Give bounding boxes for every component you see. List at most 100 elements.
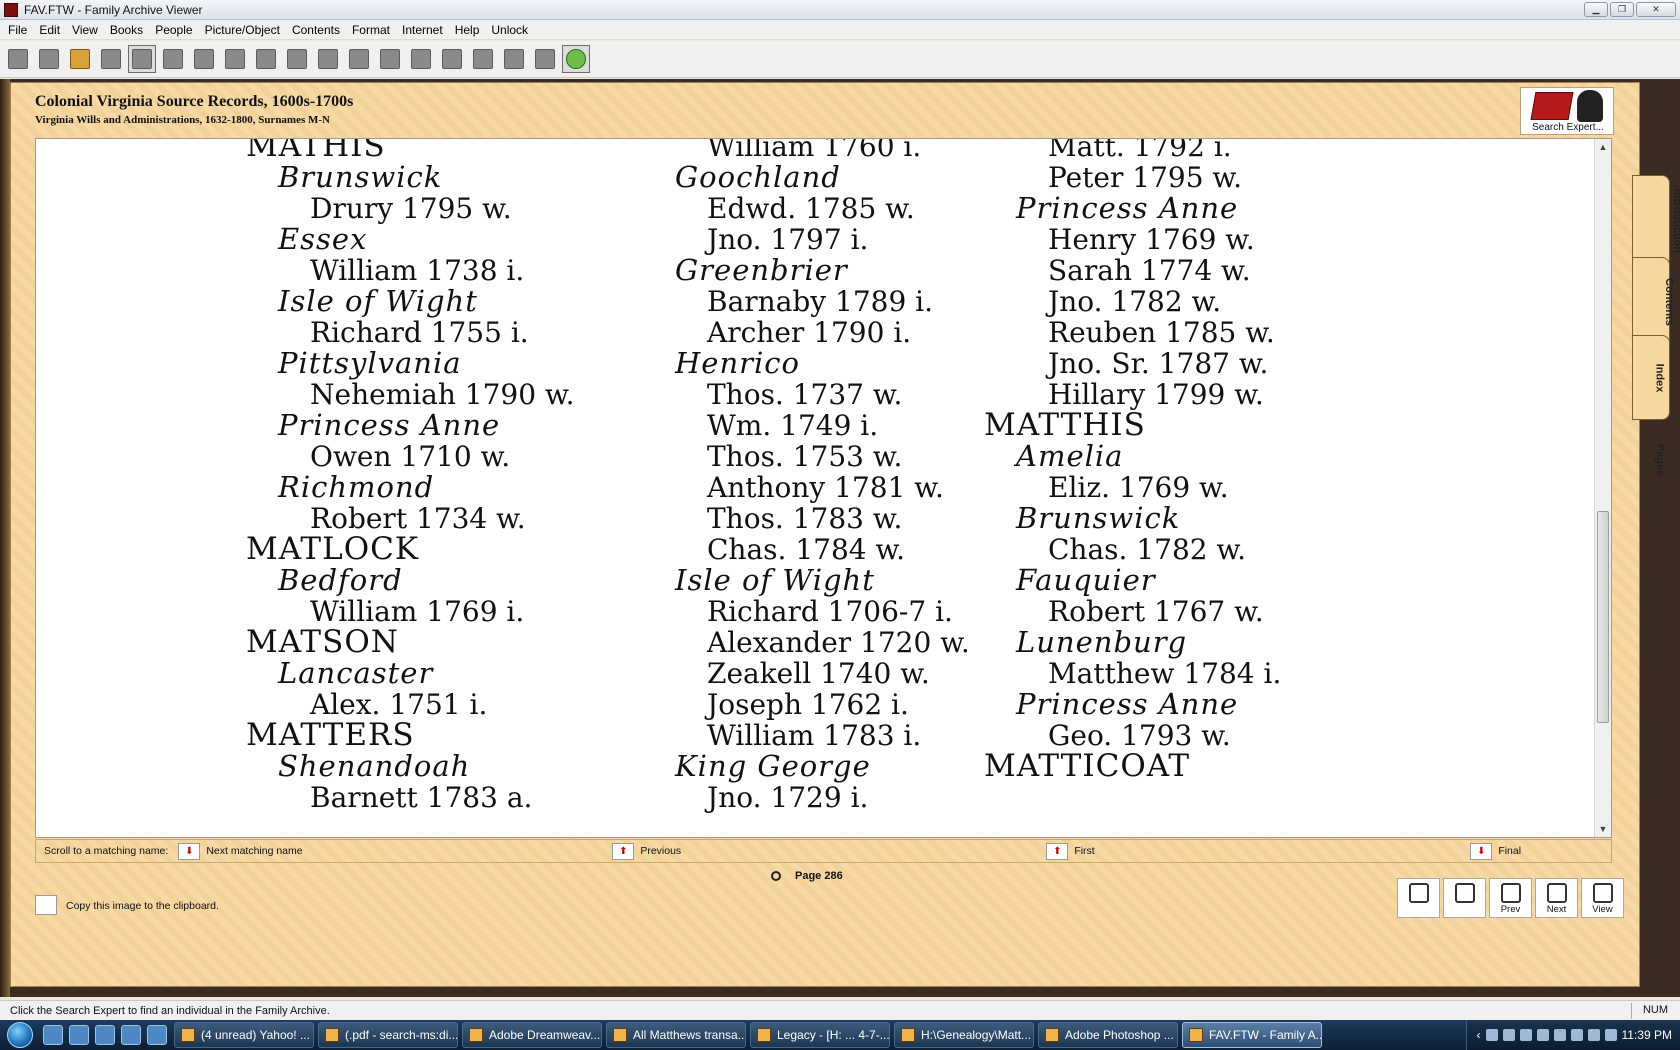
next-page-button[interactable]: Next — [1535, 878, 1578, 918]
explorer-icon[interactable] — [69, 1025, 89, 1045]
photoshop-icon — [1045, 1028, 1059, 1042]
tab-introduction[interactable]: Introduction — [1632, 175, 1680, 267]
start-button[interactable] — [0, 1020, 40, 1050]
volume-icon[interactable] — [1587, 1029, 1600, 1041]
monitor-icon[interactable] — [1519, 1029, 1532, 1041]
bluetooth-icon[interactable] — [1553, 1029, 1566, 1041]
menu-picture-object[interactable]: Picture/Object — [199, 23, 286, 37]
index-entry: Barnett 1783 a. — [310, 781, 533, 814]
back-icon[interactable] — [4, 45, 32, 73]
task-yahoo[interactable]: (4 unread) Yahoo! ... — [174, 1022, 314, 1048]
minimize-button[interactable]: ▁ — [1584, 2, 1608, 17]
index-entry: Owen 1710 w. — [310, 440, 511, 473]
tab-pages[interactable]: Pages — [1632, 415, 1670, 505]
power-icon[interactable] — [1604, 1029, 1617, 1041]
tab-index[interactable]: Index — [1632, 335, 1670, 420]
search-expert-button[interactable]: Search Expert... — [1520, 87, 1614, 135]
calendar-icon[interactable] — [407, 45, 435, 73]
zoom-out-button[interactable] — [1443, 878, 1486, 918]
eyeglasses-icon — [1593, 883, 1613, 903]
pedigree-icon[interactable] — [97, 45, 125, 73]
report-icon[interactable] — [314, 45, 342, 73]
prev-page-button[interactable]: Prev — [1489, 878, 1532, 918]
book-title: Colonial Virginia Source Records, 1600s-… — [35, 93, 354, 110]
menu-view[interactable]: View — [66, 23, 104, 37]
final-match-button[interactable]: Final — [1498, 845, 1521, 857]
menu-file[interactable]: File — [2, 23, 33, 37]
vertical-scrollbar[interactable]: ▲ ▼ — [1594, 139, 1611, 837]
index-county: Brunswick — [278, 160, 443, 194]
task-legacy[interactable]: Legacy - [H: ... 4-7-... — [750, 1022, 890, 1048]
security-icon[interactable] — [1536, 1029, 1549, 1041]
ancestor-tree-icon[interactable] — [159, 45, 187, 73]
previous-match-arrow-icon[interactable]: ⬆ — [612, 842, 635, 860]
all-in-one-tree-icon[interactable] — [252, 45, 280, 73]
index-county: Lunenburg — [1016, 625, 1188, 659]
scroll-match-label: Scroll to a matching name: — [44, 845, 169, 857]
book-page-icon[interactable] — [128, 45, 156, 73]
network-icon[interactable] — [1485, 1029, 1498, 1041]
task-genealogy-folder[interactable]: H:\Genealogy\Matt... — [894, 1022, 1034, 1048]
clock[interactable]: 11:39 PM — [1622, 1028, 1672, 1042]
family-view-icon[interactable] — [66, 45, 94, 73]
menu-format[interactable]: Format — [346, 23, 396, 37]
first-match-button[interactable]: First — [1074, 845, 1464, 857]
next-match-arrow-icon[interactable]: ⬇ — [178, 842, 201, 860]
task-photoshop[interactable]: Adobe Photoshop ... — [1038, 1022, 1178, 1048]
index-entry: Chas. 1784 w. — [707, 533, 906, 566]
task-excel[interactable]: All Matthews transa... — [606, 1022, 746, 1048]
scroll-thumb[interactable] — [1597, 511, 1609, 723]
tab-contents[interactable]: Contents — [1632, 257, 1675, 347]
final-match-arrow-icon[interactable]: ⬇ — [1470, 842, 1493, 860]
descendant-tree-icon[interactable] — [190, 45, 218, 73]
firefox-icon[interactable] — [121, 1025, 141, 1045]
arrow-left-icon[interactable] — [35, 45, 63, 73]
previous-match-button[interactable]: Previous — [640, 845, 1040, 857]
menu-internet[interactable]: Internet — [396, 23, 449, 37]
index-entry: Archer 1790 i. — [707, 316, 912, 349]
menu-unlock[interactable]: Unlock — [485, 23, 534, 37]
fan-chart-icon[interactable] — [283, 45, 311, 73]
display-icon[interactable] — [1570, 1029, 1583, 1041]
table-icon[interactable] — [500, 45, 528, 73]
magnifier-icon[interactable] — [771, 871, 781, 881]
firefox-icon — [181, 1028, 195, 1042]
menu-edit[interactable]: Edit — [33, 23, 66, 37]
index-entry: Jno. 1782 w. — [1048, 285, 1222, 318]
task-family-archive-viewer[interactable]: FAV.FTW - Family A... — [1182, 1022, 1322, 1048]
show-desktop-icon[interactable] — [43, 1025, 63, 1045]
close-button[interactable]: ✕ — [1636, 2, 1676, 17]
next-match-button[interactable]: Next matching name — [206, 845, 606, 857]
internet-explorer-icon[interactable] — [95, 1025, 115, 1045]
zoom-page-button[interactable] — [1397, 878, 1440, 918]
clipboard-copy-icon[interactable] — [35, 895, 57, 915]
menu-people[interactable]: People — [149, 23, 198, 37]
view-button[interactable]: View — [1581, 878, 1624, 918]
blank-page-icon[interactable] — [376, 45, 404, 73]
computer-icon[interactable] — [531, 45, 559, 73]
switch-windows-icon[interactable] — [147, 1025, 167, 1045]
index-surname: MATTHIS — [984, 407, 1146, 443]
task-pdf-search[interactable]: (.pdf - search-ms:di... — [318, 1022, 458, 1048]
status-message: Click the Search Expert to find an indiv… — [10, 1004, 330, 1017]
hourglass-tree-icon[interactable] — [221, 45, 249, 73]
document-icon[interactable] — [469, 45, 497, 73]
first-match-arrow-icon[interactable]: ⬆ — [1046, 842, 1069, 860]
index-entry: Geo. 1793 w. — [1048, 719, 1231, 752]
index-entry: Eliz. 1769 w. — [1048, 471, 1229, 504]
maximize-button[interactable]: ❐ — [1610, 2, 1634, 17]
menu-books[interactable]: Books — [104, 23, 149, 37]
num-lock-indicator: NUM — [1642, 1004, 1668, 1016]
search-globe-icon[interactable] — [562, 45, 590, 73]
open-book-icon — [1547, 883, 1567, 903]
index-entry: Chas. 1782 w. — [1048, 533, 1247, 566]
page-icon[interactable] — [345, 45, 373, 73]
tray-expand-icon[interactable]: ‹ — [1477, 1028, 1481, 1042]
acrobat-icon[interactable] — [1502, 1029, 1515, 1041]
scroll-down-icon[interactable]: ▼ — [1595, 821, 1611, 837]
menu-help[interactable]: Help — [449, 23, 486, 37]
scroll-up-icon[interactable]: ▲ — [1595, 139, 1611, 155]
task-dreamweaver[interactable]: Adobe Dreamweav... — [462, 1022, 602, 1048]
menu-contents[interactable]: Contents — [286, 23, 346, 37]
book-icon[interactable] — [438, 45, 466, 73]
